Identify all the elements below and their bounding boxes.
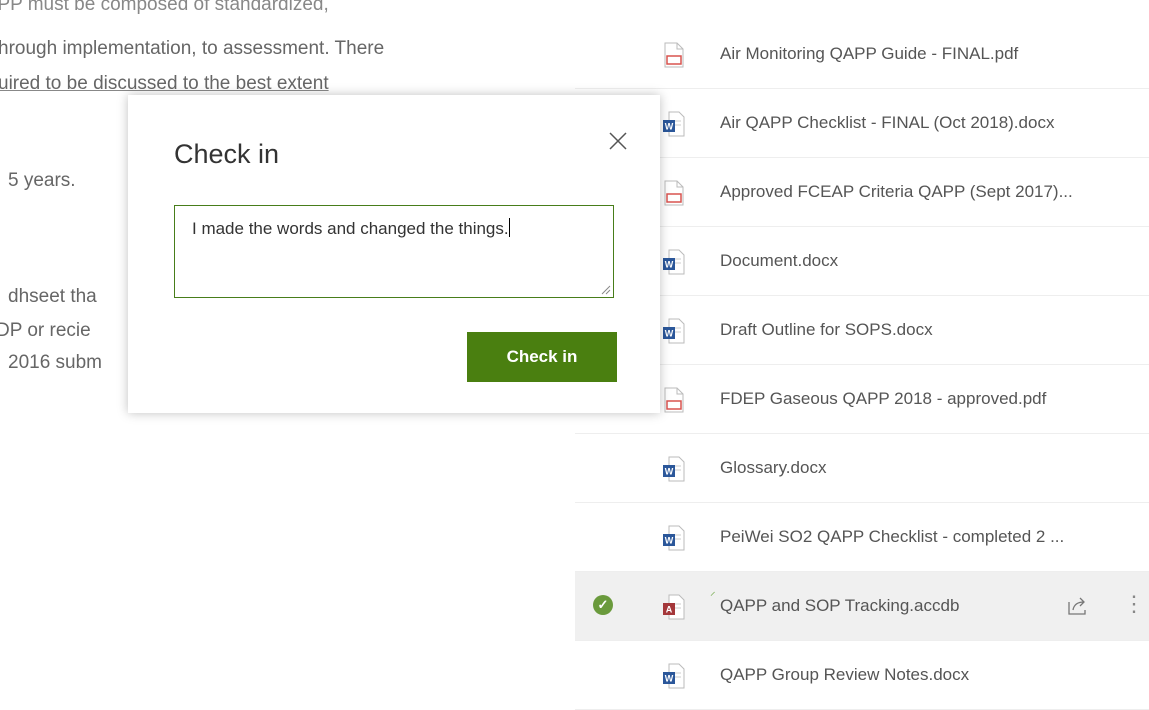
word-file-icon: W bbox=[663, 111, 685, 137]
file-row[interactable]: W PeiWei SO2 QAPP Checklist - completed … bbox=[575, 503, 1149, 572]
more-options-icon[interactable]: ⋮ bbox=[1123, 590, 1145, 618]
word-file-icon: W bbox=[663, 663, 685, 689]
pdf-file-icon bbox=[664, 387, 684, 413]
svg-text:W: W bbox=[665, 467, 674, 477]
word-file-icon: W bbox=[663, 318, 685, 344]
file-name[interactable]: Draft Outline for SOPS.docx bbox=[720, 320, 933, 340]
svg-text:W: W bbox=[665, 122, 674, 132]
share-icon[interactable] bbox=[1065, 594, 1089, 618]
file-name[interactable]: Air QAPP Checklist - FINAL (Oct 2018).do… bbox=[720, 113, 1054, 133]
file-row[interactable]: Air Monitoring QAPP Guide - FINAL.pdf bbox=[575, 20, 1149, 89]
access-file-icon: A bbox=[663, 594, 685, 620]
selected-check-icon[interactable]: ✓ bbox=[593, 595, 613, 615]
comment-text: I made the words and changed the things. bbox=[192, 218, 572, 239]
resize-grip-icon[interactable] bbox=[601, 285, 611, 295]
file-name[interactable]: QAPP Group Review Notes.docx bbox=[720, 665, 969, 685]
close-icon[interactable] bbox=[606, 129, 630, 153]
svg-text:W: W bbox=[665, 329, 674, 339]
background-paragraph-line: QAPP must be composed of standardized, bbox=[0, 0, 329, 15]
word-file-icon: W bbox=[663, 249, 685, 275]
dialog-title: Check in bbox=[174, 139, 280, 169]
file-name[interactable]: Air Monitoring QAPP Guide - FINAL.pdf bbox=[720, 44, 1018, 64]
word-file-icon: W bbox=[663, 525, 685, 551]
file-row[interactable]: W Document.docx bbox=[575, 227, 1149, 296]
svg-text:A: A bbox=[666, 605, 673, 615]
background-paragraph-text: uired to be discussed to the best extent bbox=[0, 73, 329, 94]
background-paragraph-line: 2016 subm bbox=[8, 352, 103, 373]
svg-text:W: W bbox=[665, 536, 674, 546]
background-paragraph-line: hrough implementation, to assessment. Th… bbox=[0, 38, 385, 59]
file-row[interactable]: Approved FCEAP Criteria QAPP (Sept 2017)… bbox=[575, 158, 1149, 227]
background-paragraph-line: uired to be discussed to the best extent bbox=[0, 73, 329, 95]
check-in-comment-textarea[interactable]: I made the words and changed the things. bbox=[174, 205, 614, 298]
file-row[interactable]: W Air QAPP Checklist - FINAL (Oct 2018).… bbox=[575, 89, 1149, 158]
file-name[interactable]: Approved FCEAP Criteria QAPP (Sept 2017)… bbox=[720, 182, 1073, 202]
background-paragraph-line: 5 years. bbox=[8, 170, 76, 191]
comment-value: I made the words and changed the things. bbox=[192, 219, 509, 238]
file-name[interactable]: FDEP Gaseous QAPP 2018 - approved.pdf bbox=[720, 389, 1046, 409]
svg-text:W: W bbox=[665, 260, 674, 270]
file-row-selected[interactable]: ✓ A ⸝ QAPP and SOP Tracking.accdb ⋮ bbox=[575, 572, 1149, 641]
new-item-sparkle-icon: ⸝ bbox=[710, 586, 716, 598]
background-paragraph-line: dhseet tha bbox=[8, 286, 97, 307]
pdf-file-icon bbox=[664, 180, 684, 206]
pdf-file-icon bbox=[664, 42, 684, 68]
file-row[interactable]: W Draft Outline for SOPS.docx bbox=[575, 296, 1149, 365]
background-paragraph-line: DP or recie bbox=[0, 320, 91, 341]
check-in-button[interactable]: Check in bbox=[467, 332, 617, 382]
check-in-dialog: Check in I made the words and changed th… bbox=[128, 95, 660, 413]
text-caret bbox=[508, 218, 510, 237]
file-name[interactable]: Document.docx bbox=[720, 251, 838, 271]
file-row[interactable]: W QAPP Group Review Notes.docx bbox=[575, 641, 1149, 710]
file-row[interactable]: FDEP Gaseous QAPP 2018 - approved.pdf bbox=[575, 365, 1149, 434]
file-name[interactable]: QAPP and SOP Tracking.accdb bbox=[720, 596, 959, 616]
svg-text:W: W bbox=[665, 674, 674, 684]
file-name[interactable]: PeiWei SO2 QAPP Checklist - completed 2 … bbox=[720, 527, 1064, 547]
file-row[interactable]: W Glossary.docx bbox=[575, 434, 1149, 503]
file-name[interactable]: Glossary.docx bbox=[720, 458, 826, 478]
word-file-icon: W bbox=[663, 456, 685, 482]
document-library-list: Air Monitoring QAPP Guide - FINAL.pdf W … bbox=[575, 20, 1149, 710]
